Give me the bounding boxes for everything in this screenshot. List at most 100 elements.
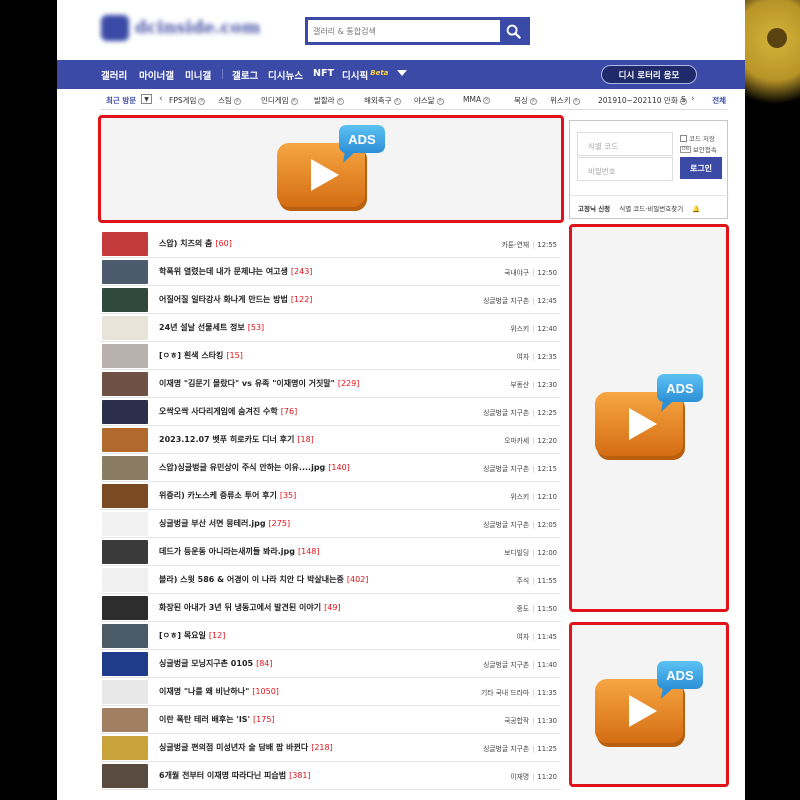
post-thumbnail[interactable] bbox=[102, 372, 148, 396]
gallery-name[interactable]: 싱글벙글 지구촌 bbox=[483, 297, 529, 305]
post-row[interactable]: 싱글벙글 부산 서면 뭉테러.jpg [275] 싱글벙글 지구촌 | 12:05 bbox=[101, 510, 561, 538]
post-thumbnail[interactable] bbox=[102, 764, 148, 788]
search-button[interactable] bbox=[500, 20, 527, 42]
recent-chip[interactable]: FPS게임 × bbox=[169, 95, 206, 106]
gallery-name[interactable]: 오마카세 bbox=[504, 437, 529, 445]
recent-chip[interactable]: 해외축구 × bbox=[364, 95, 401, 106]
post-title[interactable]: 스압)싱글벙글 유민상이 주식 안하는 이유....jpg [140] bbox=[159, 462, 350, 473]
post-row[interactable]: 24년 설날 선물세트 정보 [53] 위스키 | 12:40 bbox=[101, 314, 561, 342]
post-title[interactable]: 데드가 등운동 아니라는새끼들 봐라.jpg [148] bbox=[159, 546, 320, 557]
post-row[interactable]: 6개월 전부터 이재명 따라다닌 피습범 [381] 이재명 | 11:20 bbox=[101, 762, 561, 790]
recent-chip[interactable]: 위스키 × bbox=[550, 95, 580, 106]
close-icon[interactable]: × bbox=[572, 97, 580, 105]
post-row[interactable]: 이재명 "나를 왜 비난하나" [1050] 기타 국내 드라마 | 11:35 bbox=[101, 678, 561, 706]
post-row[interactable]: 싱글벙글 모닝지구촌 0105 [84] 싱글벙글 지구촌 | 11:40 bbox=[101, 650, 561, 678]
post-title[interactable]: 화장된 아내가 3년 뒤 냉동고에서 발견된 이야기 [49] bbox=[159, 602, 341, 613]
nav-gallery[interactable]: 갤러리 bbox=[101, 68, 127, 82]
search-input[interactable] bbox=[308, 20, 500, 42]
gallery-name[interactable]: 위스키 bbox=[510, 493, 529, 501]
post-row[interactable]: 데드가 등운동 아니라는새끼들 봐라.jpg [148] 보디빌딩 | 12:00 bbox=[101, 538, 561, 566]
recent-chip[interactable]: 인디게임 × bbox=[261, 95, 298, 106]
post-title[interactable]: 싱글벙글 모닝지구촌 0105 [84] bbox=[159, 658, 273, 669]
post-title[interactable]: 2023.12.07 벳푸 히로카도 디너 후기 [18] bbox=[159, 434, 314, 445]
gallery-name[interactable]: 이재명 bbox=[510, 773, 529, 781]
ad-banner-top[interactable]: ADS bbox=[98, 115, 564, 223]
close-icon[interactable]: × bbox=[529, 97, 537, 105]
gallery-name[interactable]: 싱글벙글 지구촌 bbox=[483, 521, 529, 529]
view-all-link[interactable]: 전체 bbox=[712, 95, 726, 106]
post-row[interactable]: [ㅇㅎ] 흰색 스타킹 [15] 여자 | 12:35 bbox=[101, 342, 561, 370]
post-thumbnail[interactable] bbox=[102, 344, 148, 368]
recent-dropdown-chevron-icon[interactable]: ▼ bbox=[141, 94, 152, 104]
prev-arrow-icon[interactable]: ‹ bbox=[159, 94, 163, 104]
gallery-name[interactable]: 싱글벙글 지구촌 bbox=[483, 465, 529, 473]
gallery-name[interactable]: 보디빌딩 bbox=[504, 549, 529, 557]
post-row[interactable]: 위증리) 카노스케 증류소 투어 후기 [35] 위스키 | 12:10 bbox=[101, 482, 561, 510]
post-thumbnail[interactable] bbox=[102, 624, 148, 648]
close-icon[interactable]: × bbox=[483, 96, 491, 104]
post-row[interactable]: [ㅇㅎ] 목요일 [12] 여자 | 11:45 bbox=[101, 622, 561, 650]
save-code-checkbox[interactable]: 코드 저장 bbox=[680, 133, 715, 143]
site-logo[interactable]: dcinside.com bbox=[101, 14, 291, 42]
post-title[interactable]: 24년 설날 선물세트 정보 [53] bbox=[159, 322, 264, 333]
nav-mini-gallery[interactable]: 미니갤 bbox=[185, 68, 211, 82]
nav-nft[interactable]: NFT bbox=[313, 68, 334, 79]
recent-chip[interactable]: 발할라 × bbox=[314, 95, 344, 106]
gallery-name[interactable]: 싱글벙글 지구촌 bbox=[483, 409, 529, 417]
gallery-name[interactable]: 싱글벙글 지구촌 bbox=[483, 661, 529, 669]
bell-icon[interactable]: 🔔 bbox=[692, 205, 700, 213]
recent-chip[interactable]: MMA × bbox=[463, 95, 491, 104]
password-input[interactable]: 비밀번호 bbox=[577, 157, 673, 181]
post-thumbnail[interactable] bbox=[102, 736, 148, 760]
gallery-name[interactable]: 부동산 bbox=[510, 381, 529, 389]
post-row[interactable]: 블라) 스윗 586 & 어경이 이 나라 치안 다 박살내는중 [402] 주식 |… bbox=[101, 566, 561, 594]
gallery-name[interactable]: 국내야구 bbox=[504, 269, 529, 277]
gallery-name[interactable]: 위스키 bbox=[510, 325, 529, 333]
post-row[interactable]: 2023.12.07 벳푸 히로카도 디너 후기 [18] 오마카세 | 12:20 bbox=[101, 426, 561, 454]
post-title[interactable]: 6개월 전부터 이재명 따라다닌 피습범 [381] bbox=[159, 770, 311, 781]
nav-dc-pick[interactable]: 디시픽 Beta bbox=[342, 68, 388, 82]
recent-chip[interactable]: 스팀 × bbox=[218, 95, 241, 106]
nav-more-chevron-down-icon[interactable] bbox=[397, 70, 407, 76]
close-icon[interactable]: × bbox=[436, 97, 444, 105]
close-icon[interactable]: × bbox=[290, 97, 298, 105]
lottery-button[interactable]: 디시 로터리 응모 bbox=[601, 65, 697, 84]
login-button[interactable]: 로그인 bbox=[680, 157, 722, 179]
post-title[interactable]: 이재명 "나를 왜 비난하나" [1050] bbox=[159, 686, 279, 697]
gallery-name[interactable]: 주식 bbox=[517, 577, 530, 585]
secure-login-toggle[interactable]: ON 보안접속 bbox=[680, 144, 717, 154]
post-thumbnail[interactable] bbox=[102, 652, 148, 676]
post-row[interactable]: 화장된 아내가 3년 뒤 냉동고에서 발견된 이야기 [49] 중도 | 11:50 bbox=[101, 594, 561, 622]
close-icon[interactable]: × bbox=[233, 97, 241, 105]
ad-banner-side-2[interactable]: ADS bbox=[569, 622, 729, 787]
post-title[interactable]: 블라) 스윗 586 & 어경이 이 나라 치안 다 박살내는중 [402] bbox=[159, 574, 368, 585]
gallery-name[interactable]: 중도 bbox=[517, 605, 530, 613]
post-row[interactable]: 스압)싱글벙글 유민상이 주식 안하는 이유....jpg [140] 싱글벙글 지… bbox=[101, 454, 561, 482]
recent-chip[interactable]: 야스닮 × bbox=[414, 95, 444, 106]
post-thumbnail[interactable] bbox=[102, 428, 148, 452]
post-thumbnail[interactable] bbox=[102, 484, 148, 508]
post-thumbnail[interactable] bbox=[102, 232, 148, 256]
recent-chip[interactable]: 201910~202110 만화 × bbox=[598, 95, 687, 106]
post-row[interactable]: 오싹오싹 사다리게임에 숨겨진 수학 [76] 싱글벙글 지구촌 | 12:25 bbox=[101, 398, 561, 426]
close-icon[interactable]: × bbox=[198, 97, 206, 105]
post-thumbnail[interactable] bbox=[102, 568, 148, 592]
next-arrow-icon[interactable]: › bbox=[691, 94, 695, 104]
post-title[interactable]: [ㅇㅎ] 목요일 [12] bbox=[159, 630, 225, 641]
post-thumbnail[interactable] bbox=[102, 316, 148, 340]
post-title[interactable]: 학폭위 열렸는데 내가 문제냐는 여고생 [243] bbox=[159, 266, 312, 277]
post-row[interactable]: 어질어질 일타강사 화나게 만드는 방법 [122] 싱글벙글 지구촌 | 12:45 bbox=[101, 286, 561, 314]
post-thumbnail[interactable] bbox=[102, 596, 148, 620]
post-row[interactable]: 싱글벙글 편의점 미성년자 술 담배 팝 바뀐다 [218] 싱글벙글 지구촌 | 11… bbox=[101, 734, 561, 762]
post-thumbnail[interactable] bbox=[102, 456, 148, 480]
post-title[interactable]: 위증리) 카노스케 증류소 투어 후기 [35] bbox=[159, 490, 296, 501]
close-icon[interactable]: × bbox=[336, 97, 344, 105]
post-title[interactable]: 스압) 치즈의 춤 [60] bbox=[159, 238, 232, 249]
post-title[interactable]: [ㅇㅎ] 흰색 스타킹 [15] bbox=[159, 350, 243, 361]
post-row[interactable]: 학폭위 열렸는데 내가 문제냐는 여고생 [243] 국내야구 | 12:50 bbox=[101, 258, 561, 286]
gallery-name[interactable]: 국공합작 bbox=[504, 717, 529, 725]
ad-banner-side-1[interactable]: ADS bbox=[569, 224, 729, 612]
gallery-name[interactable]: 여자 bbox=[517, 353, 530, 361]
gallery-name[interactable]: 싱글벙글 지구촌 bbox=[483, 745, 529, 753]
recent-chip[interactable]: S bbox=[681, 95, 686, 104]
